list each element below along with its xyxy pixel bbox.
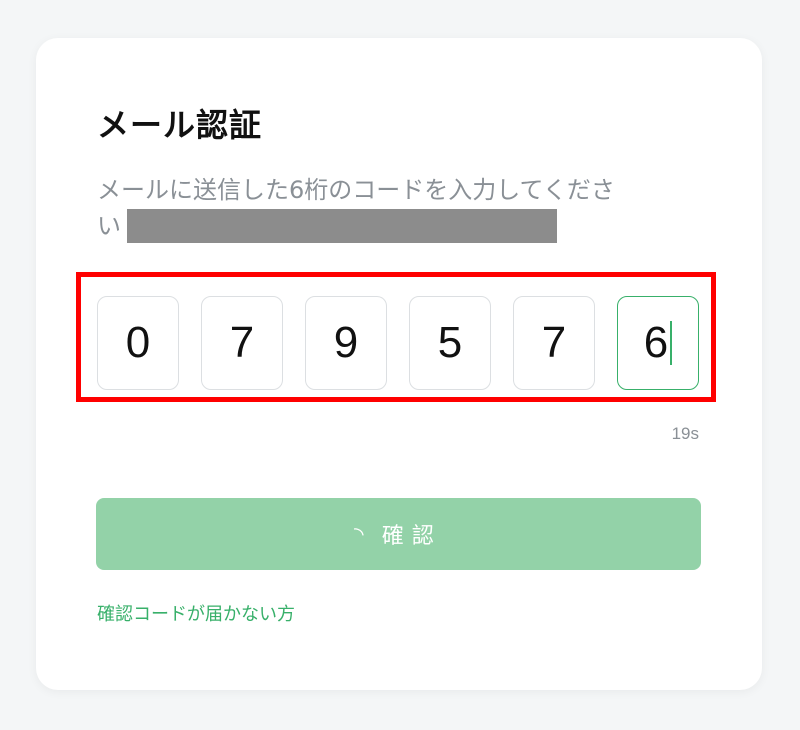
otp-digit-2[interactable]: 7 <box>201 296 283 390</box>
otp-input-group: 0 7 9 5 7 6 <box>97 296 699 390</box>
instruction-text: メールに送信した6桁のコードを入力してくださ い <box>97 172 697 244</box>
instruction-line-1: メールに送信した6桁のコードを入力してくださ <box>97 176 615 204</box>
otp-digit-2-value: 7 <box>229 318 255 367</box>
text-caret <box>670 321 673 365</box>
otp-digit-6-value: 6 <box>643 318 669 367</box>
confirm-button[interactable]: ◝ 確認 <box>96 498 701 570</box>
loading-spinner-icon: ◝ <box>353 519 374 548</box>
otp-digit-5-value: 7 <box>541 318 567 367</box>
masked-email-address <box>127 209 557 243</box>
otp-digit-4-value: 5 <box>437 318 463 367</box>
otp-digit-1-value: 0 <box>125 318 151 367</box>
otp-digit-4[interactable]: 5 <box>409 296 491 390</box>
otp-digit-5[interactable]: 7 <box>513 296 595 390</box>
page: メール認証 メールに送信した6桁のコードを入力してくださ い 0 7 9 5 7… <box>0 0 800 730</box>
confirm-button-label: 確認 <box>381 523 442 548</box>
otp-digit-3-value: 9 <box>333 318 359 367</box>
resend-timer: 19s <box>671 424 699 443</box>
instruction-line-2-text: い <box>97 212 121 240</box>
otp-digit-1[interactable]: 0 <box>97 296 179 390</box>
otp-digit-6[interactable]: 6 <box>617 296 699 390</box>
page-title: メール認証 <box>97 106 263 144</box>
instruction-line-2: い <box>97 208 697 244</box>
resend-code-link[interactable]: 確認コードが届かない方 <box>97 600 295 626</box>
otp-digit-3[interactable]: 9 <box>305 296 387 390</box>
